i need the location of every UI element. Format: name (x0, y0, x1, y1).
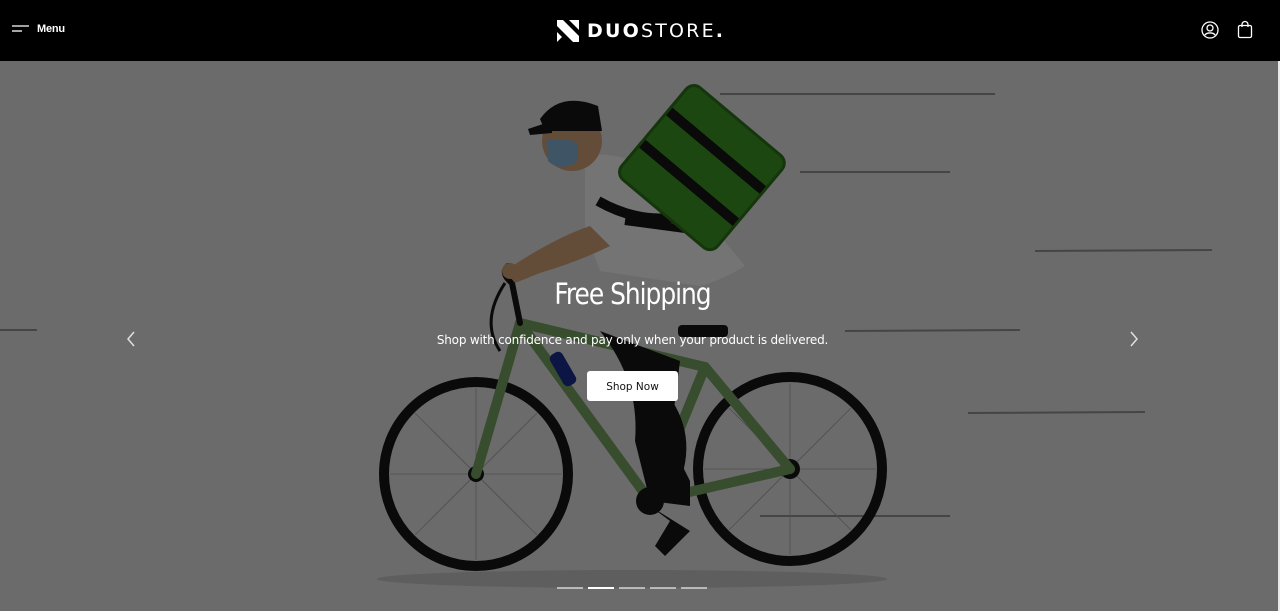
menu-toggle[interactable]: Menu (12, 20, 65, 38)
logo-brand-bold: DUO (587, 20, 641, 42)
logo-brand-dot: . (715, 20, 726, 42)
account-icon[interactable] (1200, 20, 1220, 40)
slide-title: Free Shipping (554, 277, 711, 311)
slider-dot[interactable] (557, 587, 583, 589)
slider-dot-active[interactable] (588, 587, 614, 589)
hero-slider: Free Shipping Shop with confidence and p… (0, 61, 1280, 611)
slide-content: Free Shipping Shop with confidence and p… (340, 274, 925, 401)
logo-text: DUOSTORE. (587, 18, 725, 44)
logo-mark-icon (557, 20, 579, 42)
slide-subtitle: Shop with confidence and pay only when y… (436, 333, 829, 347)
logo-brand-regular: STORE (640, 20, 716, 42)
slider-dot[interactable] (681, 587, 707, 589)
shop-now-button[interactable]: Shop Now (587, 371, 678, 401)
site-header: Menu DUOSTORE. (0, 0, 1280, 61)
site-logo[interactable]: DUOSTORE. (556, 18, 725, 44)
menu-icon (12, 25, 29, 32)
slider-pagination (557, 587, 707, 589)
menu-label: Menu (37, 23, 65, 35)
cart-icon[interactable] (1235, 20, 1255, 40)
chevron-right-icon[interactable] (1125, 329, 1143, 349)
slider-dot[interactable] (650, 587, 676, 589)
slider-dot[interactable] (619, 587, 645, 589)
chevron-left-icon[interactable] (122, 329, 140, 349)
